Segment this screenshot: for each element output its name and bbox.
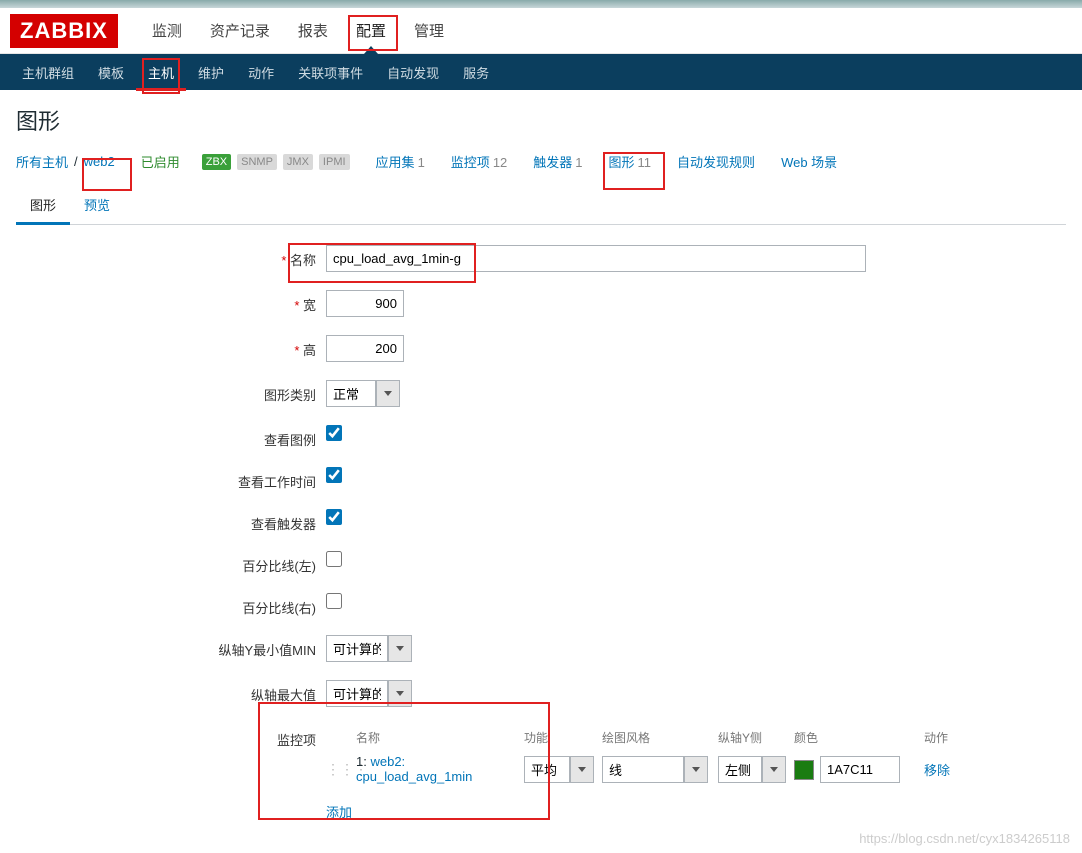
select-item-func[interactable] (524, 756, 570, 783)
sub-nav: 主机群组 模板 主机 维护 动作 关联项事件 自动发现 服务 (0, 54, 1082, 90)
crumb-apps[interactable]: 应用集1 (376, 152, 425, 171)
col-func: 功能 (524, 725, 602, 750)
select-ymax[interactable] (326, 680, 388, 707)
color-swatch[interactable] (794, 760, 814, 780)
subnav-correlation[interactable]: 关联项事件 (286, 54, 375, 91)
crumb-items[interactable]: 监控项12 (451, 152, 507, 171)
crumb-host[interactable]: web2 (84, 154, 115, 169)
input-width[interactable] (326, 290, 404, 317)
crumb-web[interactable]: Web 场景 (781, 152, 837, 171)
checkbox-legend[interactable] (326, 425, 342, 441)
crumb-triggers[interactable]: 触发器1 (533, 152, 582, 171)
checkbox-work[interactable] (326, 467, 342, 483)
input-height[interactable] (326, 335, 404, 362)
col-style: 绘图风格 (602, 725, 718, 750)
nav-monitor[interactable]: 监测 (138, 8, 196, 53)
subnav-maintenance[interactable]: 维护 (186, 54, 236, 91)
label-ymax: 纵轴最大值 (16, 680, 326, 704)
subnav-services[interactable]: 服务 (451, 54, 501, 91)
badge-ipmi: IPMI (319, 154, 350, 170)
badge-snmp: SNMP (237, 154, 277, 170)
breadcrumb: 所有主机 / web2 已启用 ZBX SNMP JMX IPMI 应用集1 监… (16, 152, 1066, 171)
page-title: 图形 (16, 104, 1066, 136)
graph-form: 名称 宽 高 图形类别 查看图例 查看工作时间 查看触发器 百分比线(左) 百分… (16, 245, 1066, 821)
input-name[interactable] (326, 245, 866, 272)
label-triggers: 查看触发器 (16, 509, 326, 533)
label-items: 监控项 (16, 725, 326, 749)
tabs: 图形 预览 (16, 187, 1066, 225)
col-name: 名称 (356, 725, 524, 750)
chevron-down-icon[interactable] (570, 756, 594, 783)
label-name: 名称 (16, 245, 326, 269)
chevron-down-icon[interactable] (762, 756, 786, 783)
subnav-actions[interactable]: 动作 (236, 54, 286, 91)
subnav-discovery[interactable]: 自动发现 (375, 54, 451, 91)
status-enabled: 已启用 (141, 152, 180, 171)
nav-admin[interactable]: 管理 (400, 8, 458, 53)
nav-reports[interactable]: 报表 (284, 8, 342, 53)
label-width: 宽 (16, 290, 326, 314)
checkbox-pct-right[interactable] (326, 593, 342, 609)
logo: ZABBIX (10, 14, 118, 48)
item-idx: 1: (356, 754, 367, 769)
list-item: ⋮⋮⋮ 1: web2: cpu_load_avg_1min 移除 (326, 750, 1026, 788)
subnav-hostgroups[interactable]: 主机群组 (10, 54, 86, 91)
badge-jmx: JMX (283, 154, 313, 170)
select-item-style[interactable] (602, 756, 684, 783)
tab-graph[interactable]: 图形 (16, 187, 70, 225)
chevron-down-icon[interactable] (376, 380, 400, 407)
chevron-down-icon[interactable] (388, 680, 412, 707)
crumb-graphs[interactable]: 图形11 (609, 152, 652, 171)
col-side: 纵轴Y侧 (718, 725, 794, 750)
header: ZABBIX 监测 资产记录 报表 配置 管理 (0, 8, 1082, 54)
label-height: 高 (16, 335, 326, 359)
badge-zbx: ZBX (202, 154, 231, 170)
label-type: 图形类别 (16, 380, 326, 404)
label-work: 查看工作时间 (16, 467, 326, 491)
watermark: https://blog.csdn.net/cyx1834265118 (859, 831, 1070, 846)
nav-inventory[interactable]: 资产记录 (196, 8, 284, 53)
remove-link[interactable]: 移除 (924, 763, 950, 778)
top-nav: 监测 资产记录 报表 配置 管理 (138, 8, 458, 53)
chevron-down-icon[interactable] (388, 635, 412, 662)
checkbox-triggers[interactable] (326, 509, 342, 525)
subnav-templates[interactable]: 模板 (86, 54, 136, 91)
crumb-discovery-rules[interactable]: 自动发现规则 (677, 152, 755, 171)
select-ymin[interactable] (326, 635, 388, 662)
window-titlebar (0, 0, 1082, 8)
label-ymin: 纵轴Y最小值MIN (16, 635, 326, 659)
label-legend: 查看图例 (16, 425, 326, 449)
chevron-down-icon[interactable] (684, 756, 708, 783)
select-type[interactable] (326, 380, 376, 407)
items-header: 名称 功能 绘图风格 纵轴Y侧 颜色 动作 (326, 725, 1026, 750)
crumb-all-hosts[interactable]: 所有主机 (16, 152, 68, 171)
input-color[interactable] (820, 756, 900, 783)
add-item-link[interactable]: 添加 (326, 805, 352, 820)
tab-preview[interactable]: 预览 (70, 187, 124, 224)
crumb-sep: / (74, 154, 78, 169)
select-item-side[interactable] (718, 756, 762, 783)
col-color: 颜色 (794, 725, 924, 750)
label-pct-right: 百分比线(右) (16, 593, 326, 617)
item-name-link[interactable]: web2: cpu_load_avg_1min (356, 754, 472, 784)
nav-config[interactable]: 配置 (342, 8, 400, 53)
subnav-hosts[interactable]: 主机 (136, 54, 186, 91)
col-action: 动作 (924, 725, 984, 750)
label-pct-left: 百分比线(左) (16, 551, 326, 575)
checkbox-pct-left[interactable] (326, 551, 342, 567)
